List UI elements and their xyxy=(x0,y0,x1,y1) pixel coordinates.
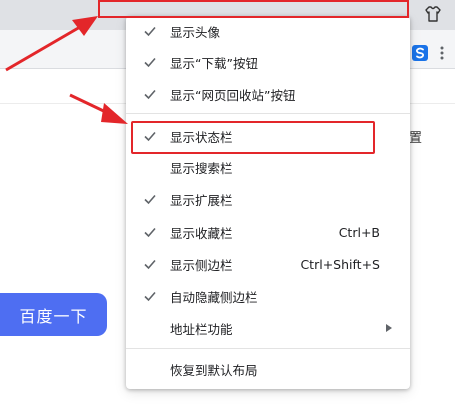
shortcut-hint: Ctrl+B xyxy=(338,224,380,240)
menu-item-label: 显示搜索栏 xyxy=(170,160,233,176)
menu-item-label: 显示“网页回收站”按钮 xyxy=(170,87,296,103)
baidu-search-button[interactable]: 百度一下 xyxy=(0,293,107,336)
more-menu-icon[interactable] xyxy=(439,44,445,62)
menu-item-show-extension-bar[interactable]: 显示扩展栏 xyxy=(126,184,410,214)
checkmark-icon xyxy=(144,227,156,238)
toolbar-context-menu: 显示头像 显示“下载”按钮 显示“网页回收站”按钮 显示状态栏 显示搜索栏 显示… xyxy=(126,16,410,389)
menu-item-show-recycle-button[interactable]: 显示“网页回收站”按钮 xyxy=(126,79,410,109)
menu-item-show-download-button[interactable]: 显示“下载”按钮 xyxy=(126,47,410,77)
checkmark-icon xyxy=(144,194,156,205)
menu-separator xyxy=(126,348,410,349)
menu-item-show-sidebar[interactable]: 显示侧边栏 Ctrl+Shift+S xyxy=(126,249,410,279)
checkmark-icon xyxy=(144,259,156,270)
checkmark-icon xyxy=(144,291,156,302)
settings-link-partial[interactable]: 置 xyxy=(409,127,422,146)
menu-item-label: 地址栏功能 xyxy=(170,321,233,337)
shirt-icon[interactable] xyxy=(424,5,442,23)
menu-item-restore-default-layout[interactable]: 恢复到默认布局 xyxy=(126,354,410,384)
menu-item-show-bookmarks-bar[interactable]: 显示收藏栏 Ctrl+B xyxy=(126,217,410,247)
menu-item-label: 显示“下载”按钮 xyxy=(170,55,258,71)
annotation-highlight-toolbar xyxy=(98,0,409,18)
shortcut-hint: Ctrl+Shift+S xyxy=(300,256,380,272)
annotation-highlight-status-bar-item xyxy=(131,121,375,154)
checkmark-icon xyxy=(144,89,156,100)
menu-item-show-avatar[interactable]: 显示头像 xyxy=(126,16,410,46)
sogou-extension-icon[interactable] xyxy=(412,45,428,61)
menu-item-auto-hide-sidebar[interactable]: 自动隐藏侧边栏 xyxy=(126,281,410,311)
menu-item-label: 显示头像 xyxy=(170,24,221,40)
checkmark-icon xyxy=(144,57,156,68)
menu-item-label: 显示扩展栏 xyxy=(170,192,233,208)
submenu-arrow-icon xyxy=(386,324,392,332)
menu-item-label: 恢复到默认布局 xyxy=(170,362,258,378)
menu-item-show-search-bar[interactable]: 显示搜索栏 xyxy=(126,152,410,182)
checkmark-icon xyxy=(144,26,156,37)
menu-item-address-bar-features[interactable]: 地址栏功能 xyxy=(126,313,410,343)
arrow-to-status-bar-item xyxy=(69,93,128,124)
menu-item-label: 自动隐藏侧边栏 xyxy=(170,289,258,305)
menu-item-label: 显示收藏栏 xyxy=(170,225,233,241)
menu-item-label: 显示侧边栏 xyxy=(170,257,233,273)
menu-separator xyxy=(126,113,410,114)
